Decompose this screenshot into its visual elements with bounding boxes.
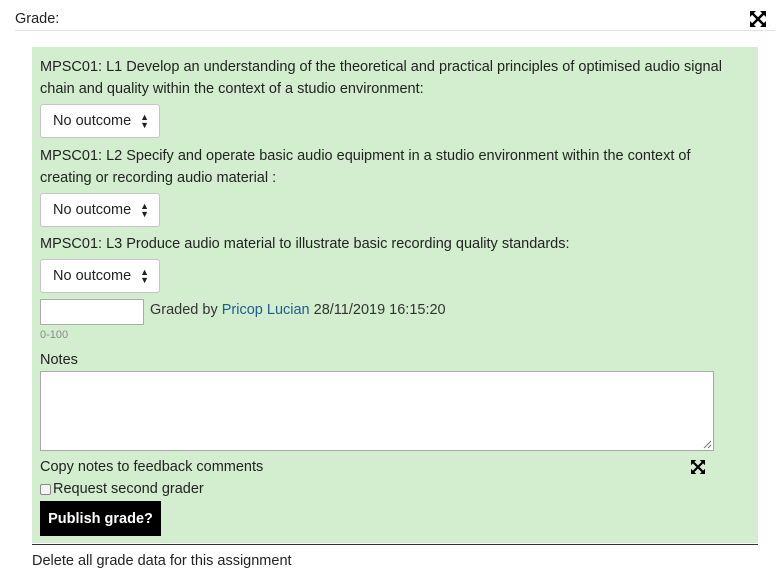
updown-caret-icon: ▲ ▼ [140,267,149,285]
outcome-l2-selected: No outcome [53,202,132,218]
second-grader-row: Request second grader [40,481,204,497]
graded-timestamp: 28/11/2019 16:15:20 [313,302,446,318]
grader-link[interactable]: Pricop Lucian [222,302,310,318]
outcome-l1-select[interactable]: No outcome ▲ ▼ [40,104,160,138]
copy-notes-link[interactable]: Copy notes to feedback comments [40,459,263,475]
notes-textarea[interactable] [40,371,714,451]
outcome-l2-select[interactable]: No outcome ▲ ▼ [40,193,160,227]
outcome-l1-selected: No outcome [53,113,132,129]
outcome-l3-select[interactable]: No outcome ▲ ▼ [40,259,160,293]
outcome-l2-text: MPSC01: L2 Specify and operate basic aud… [40,148,691,186]
grading-panel: MPSC01: L1 Develop an understanding of t… [32,47,758,543]
graded-by-info: Graded by Pricop Lucian 28/11/2019 16:15… [150,302,446,318]
grade-input[interactable] [40,299,144,325]
second-grader-checkbox[interactable] [40,483,51,495]
expand-icon[interactable] [691,460,705,478]
second-grader-label: Request second grader [53,481,204,497]
outcome-l3-selected: No outcome [53,268,132,284]
updown-caret-icon: ▲ ▼ [140,112,149,130]
publish-grade-button[interactable]: Publish grade? [40,501,161,536]
bottom-divider [32,544,758,545]
grade-heading: Grade: [15,11,60,27]
resize-grip-icon[interactable] [703,440,712,449]
outcome-l1-text: MPSC01: L1 Develop an understanding of t… [40,59,722,97]
expand-icon[interactable] [750,11,766,31]
notes-label: Notes [40,352,78,368]
outcome-l3-text: MPSC01: L3 Produce audio material to ill… [40,236,570,252]
grade-range-hint: 0-100 [40,329,69,341]
updown-caret-icon: ▲ ▼ [140,201,149,219]
delete-grade-data-link[interactable]: Delete all grade data for this assignmen… [32,553,292,569]
graded-by-prefix: Graded by [150,302,218,318]
top-divider [15,30,775,31]
